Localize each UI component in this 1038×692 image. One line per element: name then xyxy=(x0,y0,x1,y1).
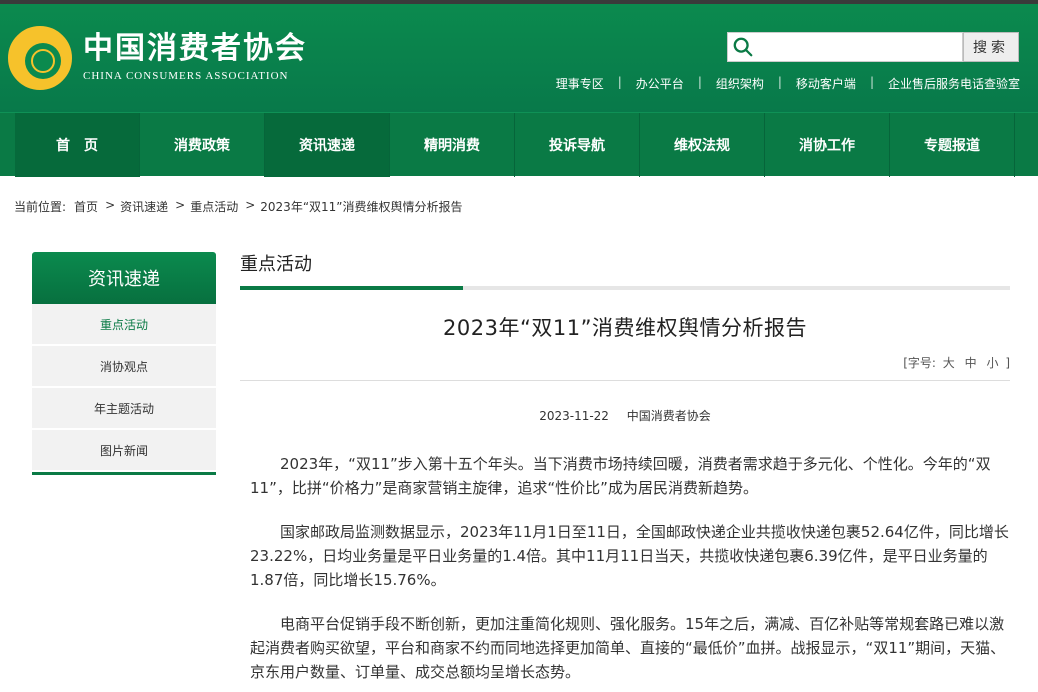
sidebar-item-photo-news[interactable]: 图片新闻 xyxy=(32,430,216,472)
font-size-big[interactable]: 大 xyxy=(943,356,955,370)
sidebar: 资讯速递 重点活动 消协观点 年主题活动 图片新闻 xyxy=(32,252,216,475)
sidebar-item-viewpoints[interactable]: 消协观点 xyxy=(32,346,216,388)
nav-association-work[interactable]: 消协工作 xyxy=(765,113,890,177)
breadcrumb-separator: > xyxy=(105,198,116,212)
breadcrumb-label: 当前位置: xyxy=(14,200,67,214)
breadcrumb-news[interactable]: 资讯速递 xyxy=(120,198,168,215)
section-underline-accent xyxy=(240,286,463,290)
site-title-cn: 中国消费者协会 xyxy=(83,31,307,66)
cca-logo[interactable] xyxy=(8,26,72,90)
link-organization[interactable]: 组织架构 xyxy=(716,75,764,92)
link-separator: | xyxy=(777,75,782,89)
article-paragraph: 电商平台促销手段不断创新，更加注重简化规则、强化服务。15年之后，满减、百亿补贴… xyxy=(250,615,1006,681)
section-title: 重点活动 xyxy=(240,254,312,275)
font-size-small[interactable]: 小 xyxy=(986,356,998,370)
article-paragraph: 2023年，“双11”步入第十五个年头。当下消费市场持续回暖，消费者需求趋于多元… xyxy=(250,455,991,497)
nav-news[interactable]: 资讯速递 xyxy=(265,113,390,177)
link-council[interactable]: 理事专区 xyxy=(556,75,604,92)
search-input[interactable] xyxy=(754,34,954,60)
section-underline xyxy=(240,286,1010,290)
link-mobile-client[interactable]: 移动客户端 xyxy=(796,75,856,92)
breadcrumb-key-activities[interactable]: 重点活动 xyxy=(190,198,238,215)
top-links: 理事专区 | 办公平台 | 组织架构 | 移动客户端 | 企业售后服务电话查验室 xyxy=(556,75,1020,92)
link-separator: | xyxy=(869,75,874,89)
nav-home[interactable]: 首 页 xyxy=(15,113,140,177)
font-size-mid[interactable]: 中 xyxy=(965,356,977,370)
globe-icon xyxy=(31,49,55,73)
nav-laws[interactable]: 维权法规 xyxy=(640,113,765,177)
link-aftersales-check[interactable]: 企业售后服务电话查验室 xyxy=(888,75,1020,92)
breadcrumb: 当前位置: 首页 > 资讯速递 > 重点活动 > 2023年“双11”消费维权舆… xyxy=(14,198,463,215)
breadcrumb-current: 2023年“双11”消费维权舆情分析报告 xyxy=(260,200,463,214)
link-separator: | xyxy=(697,75,702,89)
nav-complaint-guide[interactable]: 投诉导航 xyxy=(515,113,640,177)
article-paragraph: 国家邮政局监测数据显示，2023年11月1日至11日，全国邮政快递企业共揽收快递… xyxy=(250,523,1009,589)
link-office[interactable]: 办公平台 xyxy=(636,75,684,92)
main-nav: 首 页 消费政策 资讯速递 精明消费 投诉导航 维权法规 消协工作 专题报道 xyxy=(0,112,1038,177)
article-title: 2023年“双11”消费维权舆情分析报告 xyxy=(443,316,807,340)
font-size-suffix: ] xyxy=(1005,356,1010,370)
font-size-prefix: [字号: xyxy=(903,356,936,370)
breadcrumb-home[interactable]: 首页 xyxy=(74,198,98,215)
search-button[interactable]: 搜索 xyxy=(963,32,1019,62)
site-header: 中国消费者协会 CHINA CONSUMERS ASSOCIATION 搜索 理… xyxy=(0,4,1038,112)
sidebar-bottom-bar xyxy=(32,472,216,475)
search-box xyxy=(727,32,963,62)
nav-policy[interactable]: 消费政策 xyxy=(140,113,265,177)
sidebar-title: 资讯速递 xyxy=(32,252,216,304)
article-source: 中国消费者协会 xyxy=(626,409,711,423)
breadcrumb-separator: > xyxy=(245,198,256,212)
nav-special-reports[interactable]: 专题报道 xyxy=(890,113,1015,177)
link-separator: | xyxy=(617,75,622,89)
sidebar-item-key-activities[interactable]: 重点活动 xyxy=(32,304,216,346)
article-meta: 2023-11-22 中国消费者协会 xyxy=(240,407,1010,424)
title-divider xyxy=(240,380,1010,381)
search-icon xyxy=(733,37,753,57)
article-date: 2023-11-22 xyxy=(539,409,609,423)
sidebar-item-annual-theme[interactable]: 年主题活动 xyxy=(32,388,216,430)
site-title-en: CHINA CONSUMERS ASSOCIATION xyxy=(83,70,289,82)
nav-smart-consumption[interactable]: 精明消费 xyxy=(390,113,515,177)
font-size-switcher: [字号: 大 中 小 ] xyxy=(240,354,1010,371)
breadcrumb-separator: > xyxy=(175,198,186,212)
article-area: 重点活动 2023年“双11”消费维权舆情分析报告 [字号: 大 中 小 ] 2… xyxy=(240,252,1010,684)
search-bar: 搜索 xyxy=(727,32,1021,62)
site-title[interactable]: 中国消费者协会 CHINA CONSUMERS ASSOCIATION xyxy=(83,31,307,83)
